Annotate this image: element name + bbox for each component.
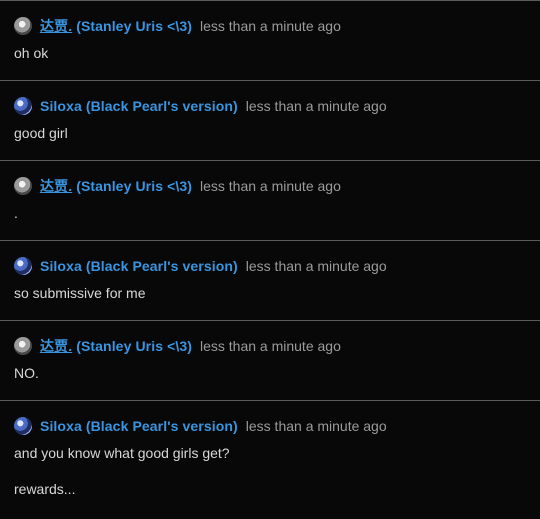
message-item: Siloxa (Black Pearl's version) less than… <box>0 80 540 160</box>
message-header: Siloxa (Black Pearl's version) less than… <box>14 415 526 437</box>
username-link[interactable]: Siloxa (Black Pearl's version) <box>40 98 238 114</box>
message-item: 达贾. (Stanley Uris <\3) less than a minut… <box>0 320 540 400</box>
message-text: rewards... <box>14 481 76 497</box>
message-item: 达贾. (Stanley Uris <\3) less than a minut… <box>0 160 540 240</box>
username-rest[interactable]: Siloxa (Black Pearl's version) <box>40 98 238 114</box>
message-text: . <box>14 205 18 221</box>
username-rest[interactable]: (Stanley Uris <\3) <box>72 178 192 194</box>
username-rest[interactable]: (Stanley Uris <\3) <box>72 18 192 34</box>
username-link[interactable]: Siloxa (Black Pearl's version) <box>40 258 238 274</box>
message-header: 达贾. (Stanley Uris <\3) less than a minut… <box>14 335 526 357</box>
timestamp: less than a minute ago <box>245 418 387 434</box>
message-header: Siloxa (Black Pearl's version) less than… <box>14 95 526 117</box>
message-text: NO. <box>14 365 39 381</box>
username-cn[interactable]: 达贾. <box>40 178 72 194</box>
message-text: so submissive for me <box>14 285 146 301</box>
timestamp: less than a minute ago <box>199 338 341 354</box>
username-rest[interactable]: (Stanley Uris <\3) <box>72 338 192 354</box>
avatar-icon[interactable] <box>14 417 32 435</box>
message-header: Siloxa (Black Pearl's version) less than… <box>14 255 526 277</box>
username-link[interactable]: 达贾. (Stanley Uris <\3) <box>40 336 192 356</box>
timestamp: less than a minute ago <box>199 18 341 34</box>
avatar-icon[interactable] <box>14 257 32 275</box>
message-item: Siloxa (Black Pearl's version) less than… <box>0 400 540 519</box>
timestamp: less than a minute ago <box>245 258 387 274</box>
avatar-icon[interactable] <box>14 17 32 35</box>
chat-feed: 达贾. (Stanley Uris <\3) less than a minut… <box>0 0 540 519</box>
message-text: good girl <box>14 125 68 141</box>
avatar-icon[interactable] <box>14 97 32 115</box>
timestamp: less than a minute ago <box>245 98 387 114</box>
username-cn[interactable]: 达贾. <box>40 18 72 34</box>
username-link[interactable]: 达贾. (Stanley Uris <\3) <box>40 16 192 36</box>
message-header: 达贾. (Stanley Uris <\3) less than a minut… <box>14 15 526 37</box>
message-item: Siloxa (Black Pearl's version) less than… <box>0 240 540 320</box>
username-link[interactable]: Siloxa (Black Pearl's version) <box>40 418 238 434</box>
username-rest[interactable]: Siloxa (Black Pearl's version) <box>40 258 238 274</box>
username-link[interactable]: 达贾. (Stanley Uris <\3) <box>40 176 192 196</box>
timestamp: less than a minute ago <box>199 178 341 194</box>
message-item: 达贾. (Stanley Uris <\3) less than a minut… <box>0 0 540 80</box>
message-text: oh ok <box>14 45 49 61</box>
username-cn[interactable]: 达贾. <box>40 338 72 354</box>
avatar-icon[interactable] <box>14 337 32 355</box>
message-text: and you know what good girls get? <box>14 445 230 461</box>
avatar-icon[interactable] <box>14 177 32 195</box>
message-header: 达贾. (Stanley Uris <\3) less than a minut… <box>14 175 526 197</box>
username-rest[interactable]: Siloxa (Black Pearl's version) <box>40 418 238 434</box>
